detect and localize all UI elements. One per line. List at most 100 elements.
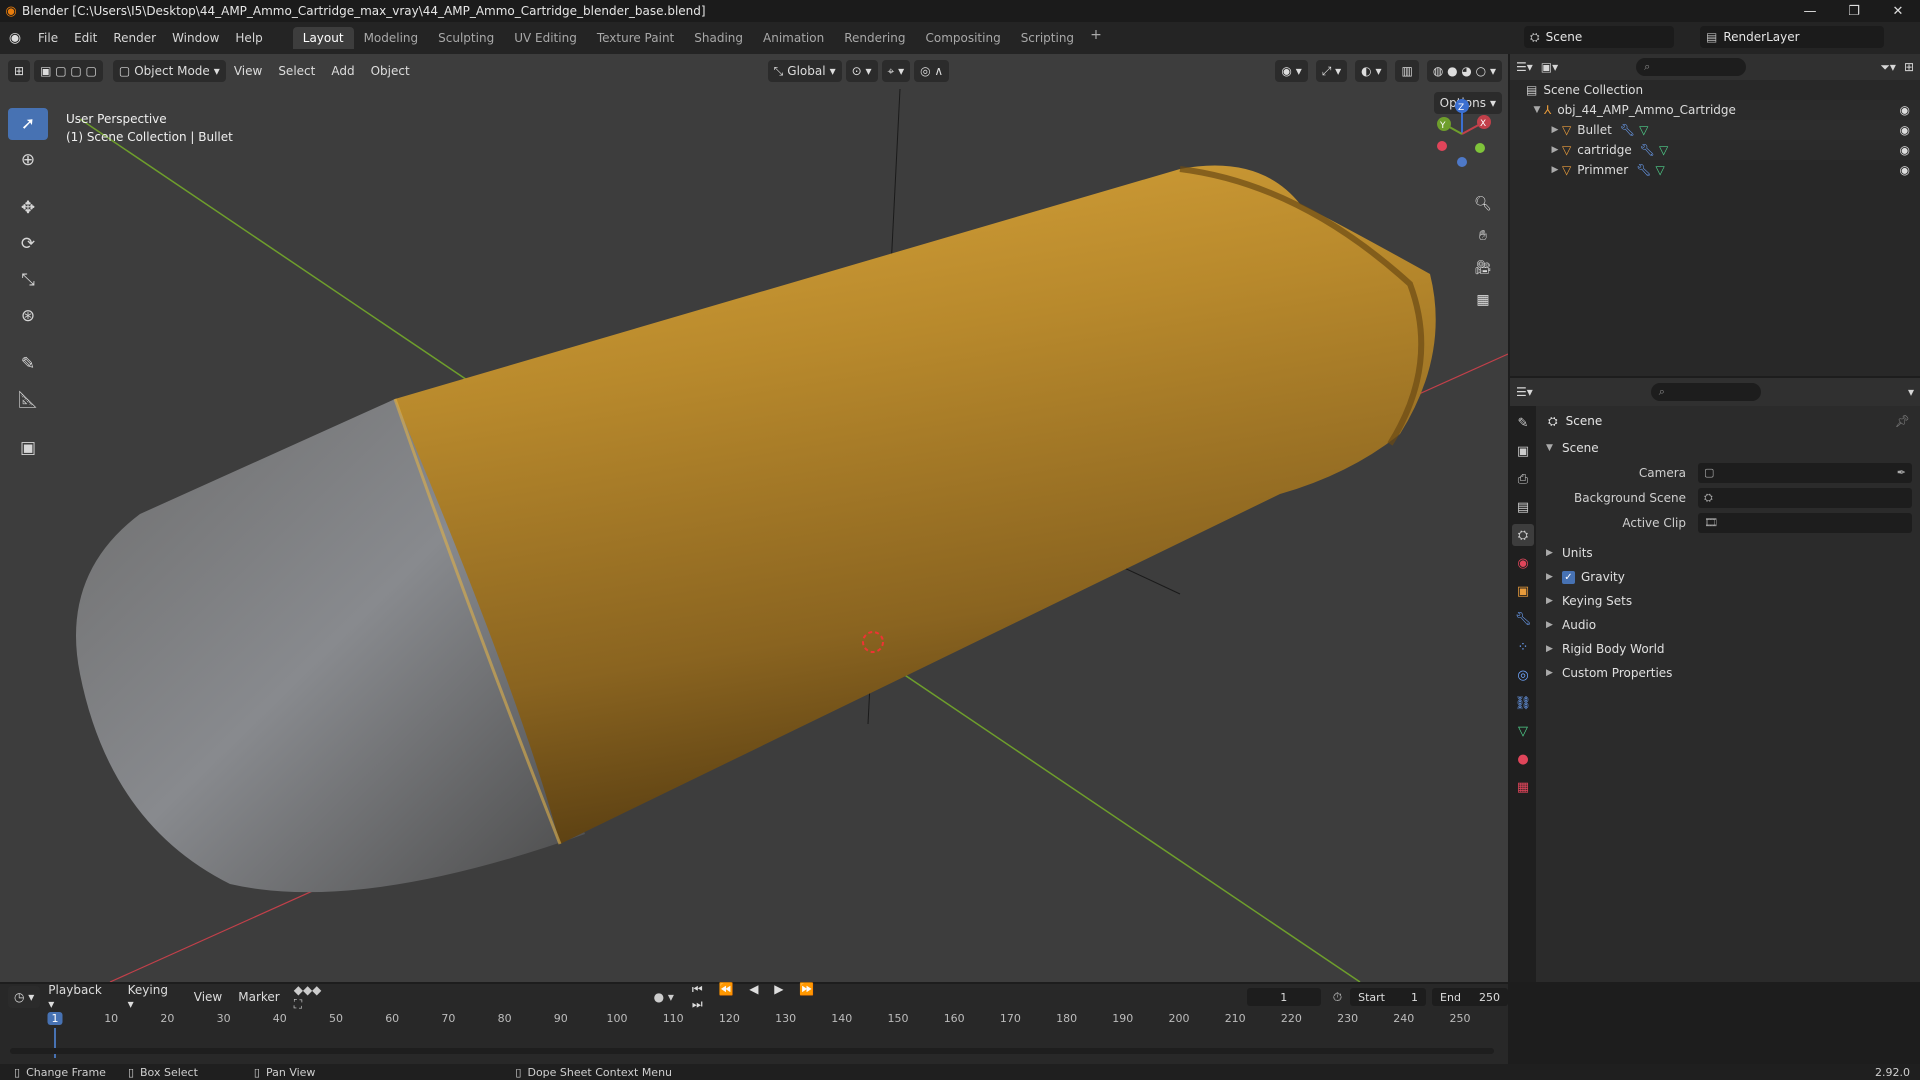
outliner-item-primmer[interactable]: ▶ ▽ Primmer 🔧︎ ▽ ◉ [1510, 160, 1920, 180]
physics-tab-icon[interactable]: ◎ [1512, 664, 1534, 686]
grid-view-icon[interactable]: ▦ [1470, 287, 1496, 313]
tab-modeling[interactable]: Modeling [354, 27, 429, 49]
playback-controls[interactable]: ⏮ ⏪ ◀ ▶ ⏩ ⏭ [692, 982, 847, 1012]
display-mode-icon[interactable]: ▣▾ [1541, 60, 1558, 74]
panel-scene[interactable]: ▼ Scene [1538, 436, 1920, 460]
menu-render[interactable]: Render [105, 27, 164, 49]
panel-units[interactable]: ▶ Units [1538, 541, 1920, 565]
texture-tab-icon[interactable]: ▦ [1512, 776, 1534, 798]
eyedropper-icon[interactable]: ✒ [1897, 466, 1906, 479]
visibility-dropdown[interactable]: ◉ ▾ [1275, 60, 1308, 82]
select-box-tool[interactable]: ➚ [8, 108, 48, 140]
current-frame-field[interactable]: 1 [1246, 988, 1321, 1006]
scene-selector[interactable]: ⛭ Scene [1524, 26, 1674, 48]
editor-type-button[interactable]: ⊞ [8, 60, 31, 82]
render-layer-selector[interactable]: ▤ RenderLayer [1700, 26, 1884, 48]
view-layer-tab-icon[interactable]: ▤ [1512, 496, 1534, 518]
active-clip-field[interactable]: 🎞︎ [1698, 512, 1912, 533]
menu-object[interactable]: Object [363, 64, 418, 78]
start-frame-field[interactable]: Start 1 [1350, 988, 1427, 1006]
particles-tab-icon[interactable]: ⁘ [1512, 636, 1534, 658]
panel-keying-sets[interactable]: ▶ Keying Sets [1538, 589, 1920, 613]
stopwatch-icon[interactable]: ⏱ [1333, 990, 1342, 1005]
annotate-tool[interactable]: ✎ [8, 348, 48, 380]
overlay-toggle[interactable]: ◐ ▾ [1355, 60, 1388, 82]
tab-shading[interactable]: Shading [684, 27, 753, 49]
restore-icon[interactable]: ❐ [1832, 0, 1876, 22]
output-tab-icon[interactable]: ⎙ [1512, 468, 1534, 490]
constraints-tab-icon[interactable]: ⛓︎ [1512, 692, 1534, 714]
shading-modes[interactable]: ◍ ● ◕ ○ ▾ [1426, 60, 1502, 82]
timeline-ruler[interactable]: 1 10 20 30 40 50 60 70 80 90 100 110 120 130 140 150 160… [0, 1012, 1508, 1028]
orientation-dropdown[interactable]: ⤡ Global ▾ [767, 60, 842, 82]
panel-custom-properties[interactable]: ▶ Custom Properties [1538, 661, 1920, 685]
properties-search-input[interactable]: ⌕ [1650, 383, 1761, 401]
menu-keying[interactable]: Keying ▾ [120, 983, 186, 1011]
outliner-collection[interactable]: ▼ ⅄ obj_44_AMP_Ammo_Cartridge ◉ [1510, 100, 1920, 120]
editor-type-icon[interactable]: ☰▾ [1516, 385, 1533, 399]
filter-icon[interactable]: ⏷▾ [1880, 60, 1896, 75]
tab-compositing[interactable]: Compositing [915, 27, 1010, 49]
camera-view-icon[interactable]: 🎥︎ [1470, 255, 1496, 281]
eye-icon[interactable]: ◉ [1900, 163, 1910, 177]
snap-toggle[interactable]: ⌖ ▾ [881, 60, 911, 82]
keyframe-icon[interactable]: ◆◆◆ ⛶ [294, 983, 334, 1012]
measure-tool[interactable]: 📐︎ [8, 384, 48, 416]
eye-icon[interactable]: ◉ [1900, 103, 1910, 117]
proportional-edit-toggle[interactable]: ◎ ∧ [914, 60, 950, 82]
cursor-tool[interactable]: ⊕ [8, 144, 48, 176]
xray-toggle[interactable]: ▥ [1395, 60, 1419, 82]
tab-uv-editing[interactable]: UV Editing [504, 27, 587, 49]
pan-hand-icon[interactable]: ✋︎ [1470, 223, 1496, 249]
navigation-gizmo[interactable]: Z X Y [1422, 94, 1502, 174]
editor-type-icon[interactable]: ☰▾ [1516, 60, 1533, 74]
menu-view[interactable]: View [226, 64, 270, 78]
3d-viewport[interactable]: ⊞ ▣ ▢ ▢ ▢ ▢ Object Mode ▾ View Select Ad… [0, 54, 1508, 982]
menu-marker[interactable]: Marker [230, 990, 287, 1004]
close-icon[interactable]: ✕ [1876, 0, 1920, 22]
add-workspace-icon[interactable]: + [1084, 27, 1108, 49]
tab-rendering[interactable]: Rendering [834, 27, 915, 49]
end-frame-field[interactable]: End 250 [1432, 988, 1508, 1006]
material-tab-icon[interactable]: ● [1512, 748, 1534, 770]
modifier-tab-icon[interactable]: 🔧︎ [1512, 608, 1534, 630]
tab-sculpting[interactable]: Sculpting [428, 27, 504, 49]
add-cube-tool[interactable]: ▣ [8, 432, 48, 464]
tab-layout[interactable]: Layout [292, 27, 354, 49]
camera-field[interactable]: ▢ ✒ [1698, 462, 1912, 483]
menu-help[interactable]: Help [227, 27, 270, 49]
menu-window[interactable]: Window [164, 27, 227, 49]
rotate-tool[interactable]: ⟳ [8, 228, 48, 260]
gravity-checkbox[interactable]: ✓ [1562, 570, 1575, 584]
transform-tool[interactable]: ⊛ [8, 300, 48, 332]
outliner-search-input[interactable]: ⌕ [1636, 58, 1747, 76]
chevron-down-icon[interactable]: ▾ [1908, 385, 1914, 399]
world-tab-icon[interactable]: ◉ [1512, 552, 1534, 574]
panel-rigid-body-world[interactable]: ▶ Rigid Body World [1538, 637, 1920, 661]
background-scene-field[interactable]: ⛭ [1698, 487, 1912, 508]
outliner-root[interactable]: ▤ Scene Collection [1510, 80, 1920, 100]
scale-tool[interactable]: ⤡ [8, 264, 48, 296]
zoom-icon[interactable]: 🔍︎ [1470, 191, 1496, 217]
record-icon[interactable]: ● ▾ [654, 990, 674, 1004]
blender-menu-icon[interactable]: ◉ [0, 30, 30, 46]
outliner-item-cartridge[interactable]: ▶ ▽ cartridge 🔧︎ ▽ ◉ [1510, 140, 1920, 160]
expand-arrow-icon[interactable]: ▶ [1548, 165, 1562, 175]
tab-scripting[interactable]: Scripting [1011, 27, 1084, 49]
tool-tab-icon[interactable]: ✎ [1512, 412, 1534, 434]
move-tool[interactable]: ✥ [8, 192, 48, 224]
pivot-dropdown[interactable]: ⊙ ▾ [845, 60, 878, 82]
minimize-icon[interactable]: — [1788, 0, 1832, 22]
tab-texture-paint[interactable]: Texture Paint [587, 27, 684, 49]
panel-gravity[interactable]: ▶ ✓ Gravity [1538, 565, 1920, 589]
pin-icon[interactable]: 📌︎ [1895, 414, 1910, 428]
timeline-scrollbar[interactable] [10, 1048, 1494, 1054]
data-tab-icon[interactable]: ▽ [1512, 720, 1534, 742]
menu-view[interactable]: View [186, 990, 230, 1004]
menu-playback[interactable]: Playback ▾ [40, 983, 119, 1011]
expand-arrow-icon[interactable]: ▶ [1548, 125, 1562, 135]
menu-file[interactable]: File [30, 27, 66, 49]
expand-arrow-icon[interactable]: ▶ [1548, 145, 1562, 155]
expand-arrow-icon[interactable]: ▼ [1530, 105, 1544, 115]
tab-animation[interactable]: Animation [753, 27, 834, 49]
